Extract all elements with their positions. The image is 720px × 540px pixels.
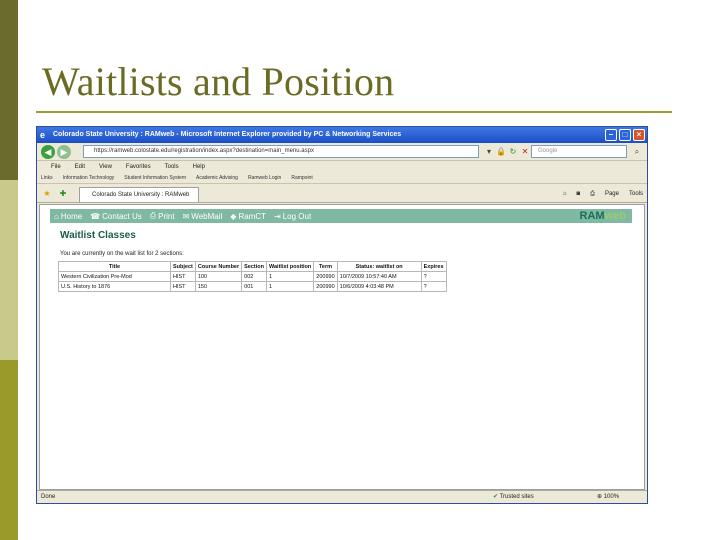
waitlist-summary: You are currently on the wait list for 2… bbox=[60, 251, 184, 257]
dropdown-icon[interactable]: ▾ bbox=[483, 146, 495, 158]
link-item[interactable]: Ramweb Login bbox=[248, 173, 281, 183]
table-row: U.S. History to 1876 HIST 150 001 1 2009… bbox=[58, 281, 447, 292]
cell-expires: ? bbox=[420, 271, 447, 282]
zoom-icon: ⊕ bbox=[597, 494, 603, 500]
print-icon: ⎙ bbox=[149, 211, 157, 220]
nav-contact-us[interactable]: ☎ Contact Us bbox=[90, 212, 142, 221]
nav-ramct[interactable]: ◆ RamCT bbox=[230, 212, 266, 221]
table-row: Western Civilization Pre-Mod HIST 100 00… bbox=[58, 271, 447, 282]
home-toolbar-icon[interactable]: ⌂ bbox=[563, 188, 567, 200]
page-heading: Waitlist Classes bbox=[60, 230, 136, 241]
cell-title: Western Civilization Pre-Mod bbox=[58, 271, 171, 282]
ie-icon: e bbox=[40, 130, 46, 140]
col-waitlist-position: Waitlist position bbox=[266, 261, 315, 272]
page-menu[interactable]: Page bbox=[605, 188, 619, 200]
stop-icon[interactable]: ✕ bbox=[519, 146, 531, 158]
address-input[interactable]: https://ramweb.colostate.edu/registratio… bbox=[83, 145, 479, 158]
table-header-row: Title Subject Course Number Section Wait… bbox=[58, 261, 447, 272]
mail-icon: ✉ bbox=[182, 211, 190, 221]
address-toolbar: ◀ ▶ https://ramweb.colostate.edu/registr… bbox=[37, 143, 647, 161]
page-viewport: ⌂ Home ☎ Contact Us ⎙ Print ✉ WebMail ◆ RamCT… bbox=[39, 204, 645, 490]
link-item[interactable]: Student Information System bbox=[124, 173, 186, 183]
status-text: Done bbox=[41, 494, 56, 500]
nav-webmail[interactable]: ✉ WebMail bbox=[183, 212, 223, 221]
print-toolbar-icon[interactable]: ⎙ bbox=[590, 188, 595, 200]
tab-bar: ★ ✚ Colorado State University : RAMweb ⌂… bbox=[37, 185, 647, 203]
links-label: Links bbox=[41, 175, 53, 181]
search-icon[interactable]: ⌕ bbox=[631, 146, 643, 158]
refresh-icon[interactable]: ↻ bbox=[507, 146, 519, 158]
status-bar: Done ✔ Trusted sites ⊕ 100% bbox=[37, 490, 647, 503]
cell-waitlist-position: 1 bbox=[266, 281, 315, 292]
ramweb-logo: RAMweb bbox=[579, 210, 626, 222]
link-item[interactable]: Information Technology bbox=[63, 173, 115, 183]
links-bar: Links Information Technology Student Inf… bbox=[37, 173, 647, 184]
tools-menu[interactable]: Tools bbox=[629, 188, 643, 200]
link-item[interactable]: Rampoint bbox=[291, 173, 312, 183]
title-divider bbox=[36, 111, 672, 113]
menu-favorites[interactable]: Favorites bbox=[126, 162, 151, 173]
maximize-button[interactable]: □ bbox=[619, 129, 631, 141]
favorites-star-icon[interactable]: ★ bbox=[41, 188, 53, 200]
menu-file[interactable]: File bbox=[51, 162, 61, 173]
cell-term: 200990 bbox=[313, 271, 338, 282]
window-title: Colorado State University : RAMweb - Mic… bbox=[53, 131, 402, 138]
cell-section: 002 bbox=[241, 271, 268, 282]
slide-left-bar bbox=[0, 0, 18, 540]
zoom-level[interactable]: ⊕ 100% bbox=[597, 491, 619, 503]
check-icon: ✔ bbox=[493, 494, 499, 500]
nav-home[interactable]: ⌂ Home bbox=[54, 212, 82, 221]
cell-expires: ? bbox=[420, 281, 447, 292]
add-favorite-icon[interactable]: ✚ bbox=[57, 188, 69, 200]
home-icon: ⌂ bbox=[54, 211, 59, 221]
close-button[interactable]: × bbox=[633, 129, 645, 141]
security-zone[interactable]: ✔ Trusted sites bbox=[493, 491, 534, 503]
col-expires: Expires bbox=[420, 261, 447, 272]
col-subject: Subject bbox=[170, 261, 196, 272]
col-course-number: Course Number bbox=[194, 261, 243, 272]
cell-course-number: 100 bbox=[194, 271, 243, 282]
nav-print[interactable]: ⎙ Print bbox=[150, 211, 175, 221]
slide-title: Waitlists and Position bbox=[42, 59, 395, 104]
tab-ramweb[interactable]: Colorado State University : RAMweb bbox=[79, 187, 199, 202]
cell-status: 10/7/2009 10:57:40 AM bbox=[336, 271, 422, 282]
menu-view[interactable]: View bbox=[99, 162, 112, 173]
left-bar-segment-bottom bbox=[0, 360, 18, 540]
nav-log-out[interactable]: ⇥ Log Out bbox=[274, 212, 311, 221]
cell-title: U.S. History to 1876 bbox=[58, 281, 171, 292]
col-title: Title bbox=[58, 261, 171, 272]
col-term: Term bbox=[313, 261, 338, 272]
col-section: Section bbox=[241, 261, 268, 272]
contact-icon: ☎ bbox=[90, 211, 101, 221]
cell-waitlist-position: 1 bbox=[266, 271, 315, 282]
command-bar: ⌂ ◙ ⎙ Page Tools bbox=[563, 188, 643, 200]
cell-section: 001 bbox=[241, 281, 268, 292]
ramct-icon: ◆ bbox=[230, 211, 237, 221]
cell-subject: HIST bbox=[170, 271, 196, 282]
browser-window: e Colorado State University : RAMweb - M… bbox=[36, 126, 648, 504]
cell-status: 10/6/2009 4:03:48 PM bbox=[336, 281, 422, 292]
search-input[interactable]: Google bbox=[531, 145, 627, 158]
ramweb-nav-bar: ⌂ Home ☎ Contact Us ⎙ Print ✉ WebMail ◆ RamCT… bbox=[50, 209, 632, 223]
left-bar-segment-top bbox=[0, 0, 18, 180]
back-button[interactable]: ◀ bbox=[41, 145, 55, 159]
menu-help[interactable]: Help bbox=[193, 162, 205, 173]
cell-subject: HIST bbox=[170, 281, 196, 292]
left-bar-segment-middle bbox=[0, 180, 18, 360]
window-titlebar: e Colorado State University : RAMweb - M… bbox=[37, 127, 647, 143]
waitlist-table: Title Subject Course Number Section Wait… bbox=[58, 261, 447, 292]
menu-bar: File Edit View Favorites Tools Help bbox=[37, 162, 647, 173]
minimize-button[interactable]: – bbox=[605, 129, 617, 141]
feeds-icon[interactable]: ◙ bbox=[577, 188, 581, 200]
menu-edit[interactable]: Edit bbox=[75, 162, 85, 173]
logout-icon: ⇥ bbox=[274, 211, 281, 221]
menu-tools[interactable]: Tools bbox=[165, 162, 179, 173]
lock-icon[interactable]: 🔒 bbox=[495, 146, 507, 158]
cell-course-number: 150 bbox=[194, 281, 243, 292]
forward-button[interactable]: ▶ bbox=[57, 145, 71, 159]
link-item[interactable]: Academic Advising bbox=[196, 173, 238, 183]
window-buttons: – □ × bbox=[605, 129, 645, 141]
cell-term: 200990 bbox=[313, 281, 338, 292]
col-status: Status: waitlist on bbox=[336, 261, 422, 272]
